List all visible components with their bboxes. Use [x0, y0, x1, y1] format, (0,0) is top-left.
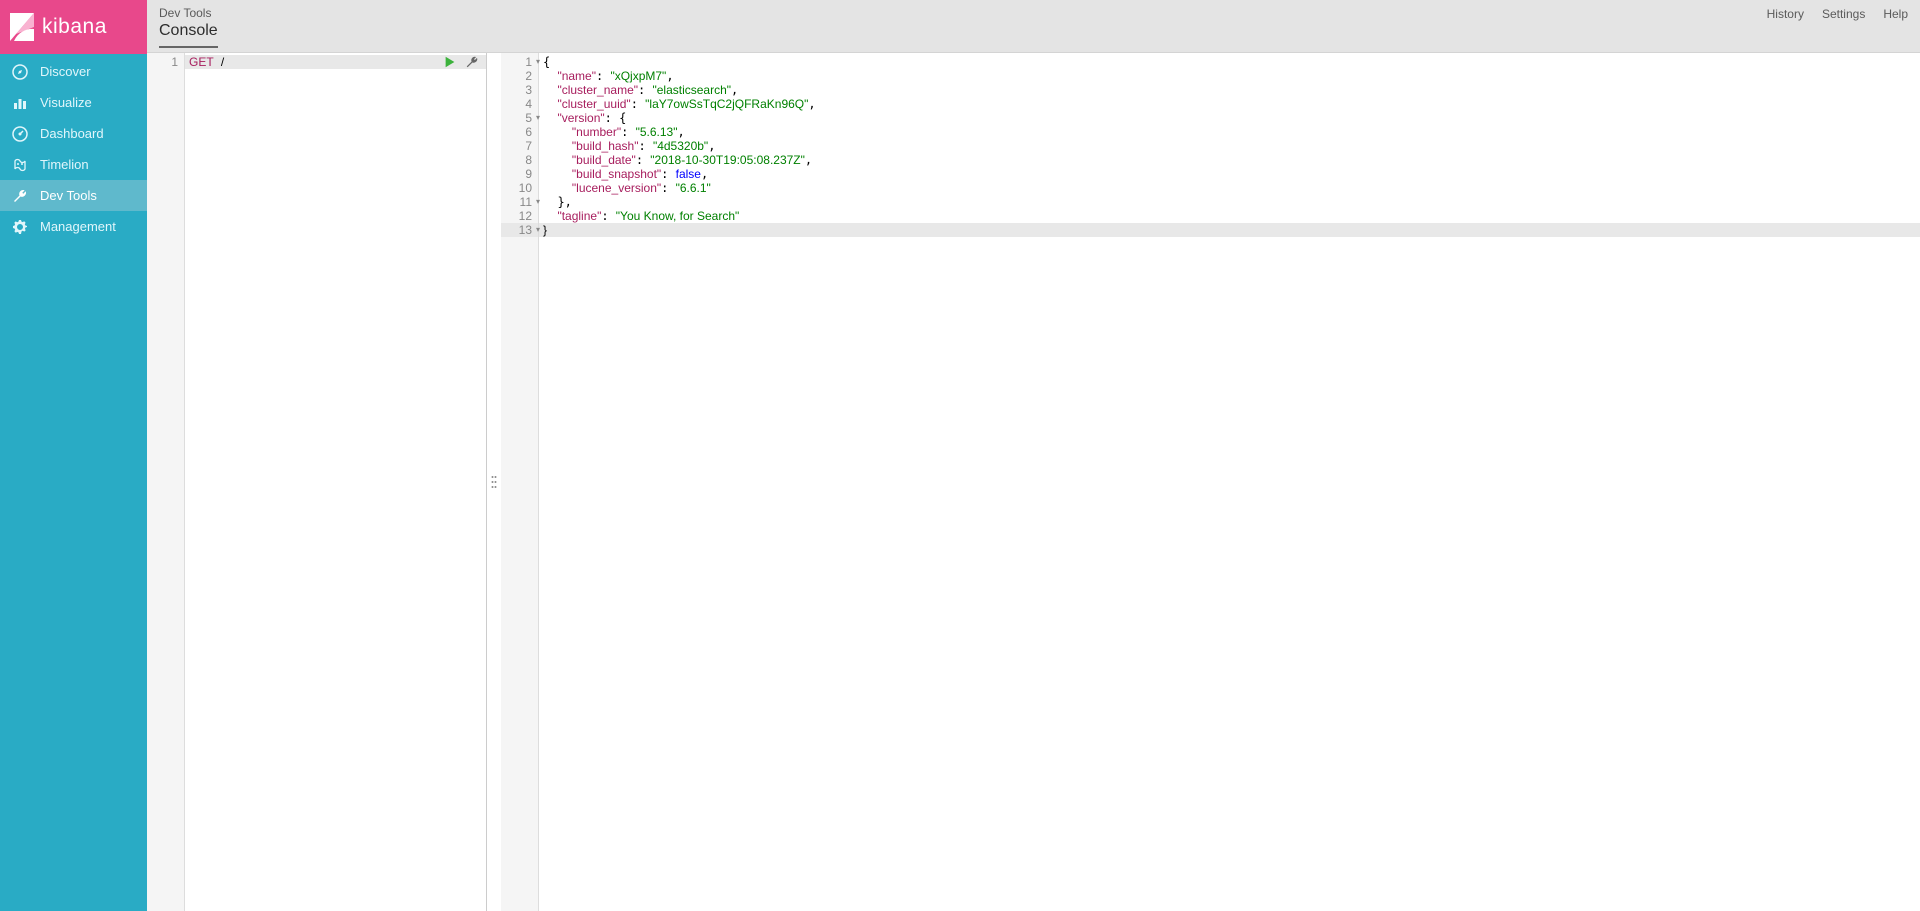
sidebar-nav: Discover Visualize Dashboard Timelion Dev To…	[0, 54, 147, 242]
sidebar-item-discover[interactable]: Discover	[0, 56, 147, 87]
line-number: 4	[501, 97, 538, 111]
response-viewer[interactable]: { "name": "xQjxpM7", "cluster_name": "el…	[539, 53, 1920, 911]
brand-logo[interactable]: kibana	[0, 0, 147, 54]
options-button[interactable]	[464, 55, 480, 69]
sidebar-item-visualize[interactable]: Visualize	[0, 87, 147, 118]
line-number: 6	[501, 125, 538, 139]
breadcrumb: Dev Tools	[159, 6, 218, 20]
top-links: History Settings Help	[1767, 4, 1908, 52]
response-gutter: 12345678910111213	[501, 53, 539, 911]
play-icon	[443, 55, 457, 69]
brand-name: kibana	[42, 15, 107, 39]
tab-console[interactable]: Console	[159, 22, 218, 48]
history-link[interactable]: History	[1767, 7, 1804, 21]
gear-icon	[12, 219, 28, 235]
request-path: /	[221, 55, 224, 69]
console-workarea: 1 GET / 12345678	[147, 53, 1920, 911]
settings-link[interactable]: Settings	[1822, 7, 1865, 21]
sidebar-item-label: Dev Tools	[40, 188, 97, 203]
line-number: 1	[147, 55, 184, 69]
request-pane: 1 GET /	[147, 53, 487, 911]
line-number: 8	[501, 153, 538, 167]
bar-chart-icon	[12, 95, 28, 111]
pane-splitter[interactable]	[487, 53, 501, 911]
line-number: 10	[501, 181, 538, 195]
sidebar: kibana Discover Visualize Dashboard Timelio…	[0, 0, 147, 911]
top-bar: Dev Tools Console History Settings Help	[147, 0, 1920, 53]
line-number: 11	[501, 195, 538, 209]
sidebar-item-label: Timelion	[40, 157, 89, 172]
line-number: 1	[501, 55, 538, 69]
help-link[interactable]: Help	[1883, 7, 1908, 21]
request-gutter: 1	[147, 53, 185, 911]
drag-handle-icon	[491, 474, 497, 490]
line-number: 9	[501, 167, 538, 181]
line-number: 7	[501, 139, 538, 153]
line-number: 12	[501, 209, 538, 223]
app-content: Dev Tools Console History Settings Help …	[147, 0, 1920, 911]
sidebar-item-dashboard[interactable]: Dashboard	[0, 118, 147, 149]
kibana-logo-icon	[10, 13, 34, 41]
sidebar-item-label: Management	[40, 219, 116, 234]
response-pane: 12345678910111213 { "name": "xQjxpM7", "…	[501, 53, 1920, 911]
line-number: 13	[501, 223, 538, 237]
gauge-icon	[12, 126, 28, 142]
line-number: 3	[501, 83, 538, 97]
wrench-icon	[465, 55, 479, 69]
request-method: GET	[189, 55, 214, 69]
run-button[interactable]	[442, 55, 458, 69]
tab-bar: Console	[159, 22, 218, 48]
line-number: 2	[501, 69, 538, 83]
request-editor[interactable]: GET /	[185, 53, 486, 911]
sidebar-item-management[interactable]: Management	[0, 211, 147, 242]
request-actions	[442, 55, 480, 69]
compass-icon	[12, 64, 28, 80]
sidebar-item-label: Visualize	[40, 95, 92, 110]
sidebar-item-timelion[interactable]: Timelion	[0, 149, 147, 180]
wrench-icon	[12, 188, 28, 204]
timelion-icon	[12, 157, 28, 173]
line-number: 5	[501, 111, 538, 125]
sidebar-item-label: Dashboard	[40, 126, 104, 141]
sidebar-item-devtools[interactable]: Dev Tools	[0, 180, 147, 211]
sidebar-item-label: Discover	[40, 64, 91, 79]
